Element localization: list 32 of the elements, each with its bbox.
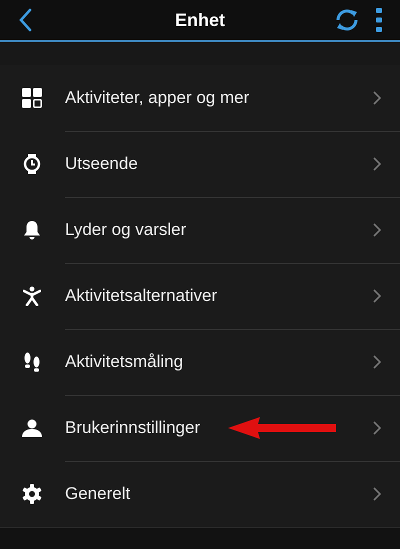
item-label: Aktivitetsmåling [65, 352, 184, 372]
item-label: Aktiviteter, apper og mer [65, 88, 250, 108]
sync-icon[interactable] [334, 7, 360, 33]
figure-icon [22, 286, 40, 306]
item-label: Aktivitetsalternativer [65, 286, 218, 306]
back-icon[interactable] [18, 8, 32, 32]
settings-icon [22, 484, 42, 504]
settings-item[interactable]: Generelt [0, 461, 400, 527]
chevron-icon [373, 355, 381, 369]
grid-icon [22, 88, 42, 108]
chevron-icon [373, 157, 381, 171]
more-icon[interactable] [376, 8, 382, 32]
settings-item[interactable]: Brukerinnstillinger [0, 395, 400, 461]
settings-item[interactable]: Utseende [0, 131, 400, 197]
item-label: Lyder og varsler [65, 220, 186, 240]
settings-item[interactable]: Aktivitetsalternativer [0, 263, 400, 329]
footprints-icon [22, 352, 40, 372]
chevron-icon [373, 223, 381, 237]
settings-item[interactable]: Lyder og varsler [0, 197, 400, 263]
item-label: Generelt [65, 484, 130, 504]
screen-title: Enhet [175, 10, 225, 30]
chevron-icon [373, 421, 381, 435]
chevron-icon [373, 289, 381, 303]
settings-item[interactable]: Aktiviteter, apper og mer [0, 65, 400, 131]
settings-item[interactable]: Aktivitetsmåling [0, 329, 400, 395]
bell-icon [22, 220, 40, 240]
watch-icon [22, 154, 40, 174]
item-label: Utseende [65, 154, 138, 174]
chevron-icon [373, 91, 381, 105]
item-label: Brukerinnstillinger [65, 418, 200, 438]
person-icon [22, 419, 42, 437]
chevron-icon [373, 487, 381, 501]
